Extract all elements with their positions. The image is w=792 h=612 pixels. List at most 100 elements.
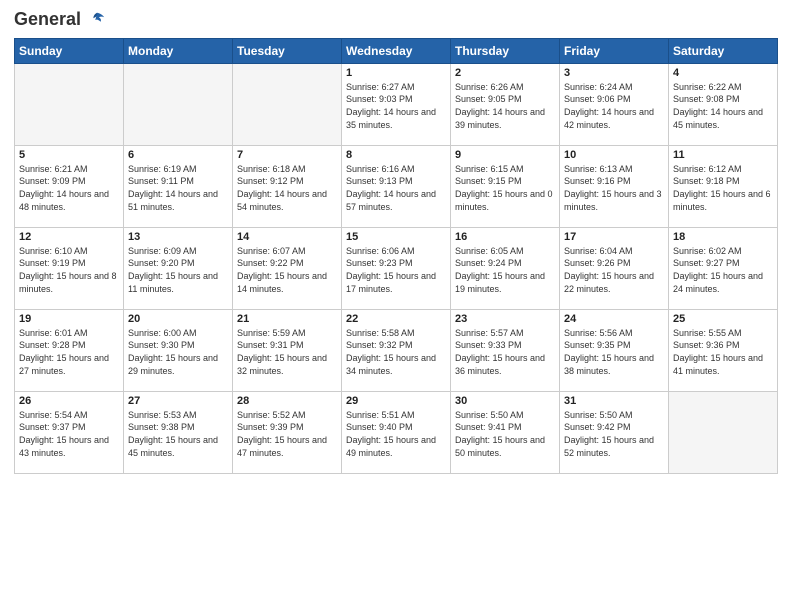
day-number: 2 [455,67,555,79]
weekday-header-saturday: Saturday [669,38,778,63]
calendar-day-cell: 14 Sunrise: 6:07 AM Sunset: 9:22 PM Dayli… [233,227,342,309]
day-number: 1 [346,67,446,79]
day-info: Sunrise: 5:58 AM Sunset: 9:32 PM Dayligh… [346,327,446,377]
calendar-day-cell: 16Sunrise: 6:05 AM Sunset: 9:24 PM Dayli… [451,227,560,309]
day-info: Sunrise: 6:26 AM Sunset: 9:05 PM Dayligh… [455,81,555,131]
day-info: Sunrise: 5:50 AM Sunset: 9:42 PM Dayligh… [564,409,664,459]
day-info: Sunrise: 5:52 AM Sunset: 9:39 PM Dayligh… [237,409,337,459]
calendar-week-row: 5 Sunrise: 6:21 AM Sunset: 9:09 PM Daylig… [15,145,778,227]
page-container: General SundayMondayTuesdayWednesdayThur… [0,0,792,484]
day-info: Sunrise: 5:50 AM Sunset: 9:41 PM Dayligh… [455,409,555,459]
calendar-day-cell: 23 Sunrise: 5:57 AM Sunset: 9:33 PM Dayli… [451,309,560,391]
calendar-week-row: 1 Sunrise: 6:27 AM Sunset: 9:03 PM Daylig… [15,63,778,145]
calendar-day-cell: 19 Sunrise: 6:01 AM Sunset: 9:28 PM Dayli… [15,309,124,391]
day-number: 6 [128,149,228,161]
calendar-day-cell [233,63,342,145]
day-info: Sunrise: 5:54 AM Sunset: 9:37 PM Dayligh… [19,409,119,459]
weekday-header-wednesday: Wednesday [342,38,451,63]
day-number: 12 [19,231,119,243]
day-info: Sunrise: 6:15 AM Sunset: 9:15 PM Dayligh… [455,163,555,213]
day-info: Sunrise: 6:21 AM Sunset: 9:09 PM Dayligh… [19,163,119,213]
weekday-header-monday: Monday [124,38,233,63]
logo-bird-icon [88,11,106,29]
day-number: 19 [19,313,119,325]
day-info: Sunrise: 6:01 AM Sunset: 9:28 PM Dayligh… [19,327,119,377]
day-number: 20 [128,313,228,325]
calendar-day-cell: 15Sunrise: 6:06 AM Sunset: 9:23 PM Dayli… [342,227,451,309]
day-number: 25 [673,313,773,325]
calendar-day-cell: 22 Sunrise: 5:58 AM Sunset: 9:32 PM Dayli… [342,309,451,391]
calendar-day-cell [15,63,124,145]
day-info: Sunrise: 6:22 AM Sunset: 9:08 PM Dayligh… [673,81,773,131]
day-number: 10 [564,149,664,161]
day-number: 18 [673,231,773,243]
weekday-header-sunday: Sunday [15,38,124,63]
day-info: Sunrise: 6:10 AM Sunset: 9:19 PM Dayligh… [19,245,119,295]
day-number: 26 [19,395,119,407]
calendar-day-cell: 8 Sunrise: 6:16 AM Sunset: 9:13 PM Daylig… [342,145,451,227]
calendar-day-cell [669,391,778,473]
day-info: Sunrise: 5:55 AM Sunset: 9:36 PM Dayligh… [673,327,773,377]
day-number: 4 [673,67,773,79]
day-number: 22 [346,313,446,325]
calendar-day-cell: 26 Sunrise: 5:54 AM Sunset: 9:37 PM Dayli… [15,391,124,473]
calendar-day-cell: 5 Sunrise: 6:21 AM Sunset: 9:09 PM Daylig… [15,145,124,227]
calendar-day-cell: 9 Sunrise: 6:15 AM Sunset: 9:15 PM Daylig… [451,145,560,227]
day-info: Sunrise: 6:27 AM Sunset: 9:03 PM Dayligh… [346,81,446,131]
day-number: 27 [128,395,228,407]
calendar-day-cell: 1 Sunrise: 6:27 AM Sunset: 9:03 PM Daylig… [342,63,451,145]
calendar-day-cell: 29 Sunrise: 5:51 AM Sunset: 9:40 PM Dayli… [342,391,451,473]
day-number: 8 [346,149,446,161]
calendar-day-cell: 10 Sunrise: 6:13 AM Sunset: 9:16 PM Dayli… [560,145,669,227]
day-info: Sunrise: 5:57 AM Sunset: 9:33 PM Dayligh… [455,327,555,377]
page-header: General [14,10,778,30]
day-number: 9 [455,149,555,161]
calendar-day-cell: 25 Sunrise: 5:55 AM Sunset: 9:36 PM Dayli… [669,309,778,391]
calendar-day-cell: 17 Sunrise: 6:04 AM Sunset: 9:26 PM Dayli… [560,227,669,309]
calendar-day-cell: 18 Sunrise: 6:02 AM Sunset: 9:27 PM Dayli… [669,227,778,309]
day-number: 31 [564,395,664,407]
day-number: 7 [237,149,337,161]
calendar-day-cell: 2 Sunrise: 6:26 AM Sunset: 9:05 PM Daylig… [451,63,560,145]
day-number: 21 [237,313,337,325]
day-number: 29 [346,395,446,407]
calendar-day-cell: 6Sunrise: 6:19 AM Sunset: 9:11 PM Daylig… [124,145,233,227]
day-number: 17 [564,231,664,243]
day-number: 11 [673,149,773,161]
day-info: Sunrise: 5:59 AM Sunset: 9:31 PM Dayligh… [237,327,337,377]
calendar-week-row: 19 Sunrise: 6:01 AM Sunset: 9:28 PM Dayli… [15,309,778,391]
weekday-header-row: SundayMondayTuesdayWednesdayThursdayFrid… [15,38,778,63]
day-number: 28 [237,395,337,407]
calendar-day-cell: 11Sunrise: 6:12 AM Sunset: 9:18 PM Dayli… [669,145,778,227]
calendar-day-cell: 4 Sunrise: 6:22 AM Sunset: 9:08 PM Daylig… [669,63,778,145]
logo: General [14,10,106,30]
day-info: Sunrise: 6:16 AM Sunset: 9:13 PM Dayligh… [346,163,446,213]
day-number: 13 [128,231,228,243]
calendar-day-cell: 30 Sunrise: 5:50 AM Sunset: 9:41 PM Dayli… [451,391,560,473]
calendar-day-cell: 7Sunrise: 6:18 AM Sunset: 9:12 PM Daylig… [233,145,342,227]
calendar-day-cell: 3Sunrise: 6:24 AM Sunset: 9:06 PM Daylig… [560,63,669,145]
calendar-day-cell: 20 Sunrise: 6:00 AM Sunset: 9:30 PM Dayli… [124,309,233,391]
day-number: 23 [455,313,555,325]
day-info: Sunrise: 5:51 AM Sunset: 9:40 PM Dayligh… [346,409,446,459]
day-info: Sunrise: 6:09 AM Sunset: 9:20 PM Dayligh… [128,245,228,295]
day-number: 15 [346,231,446,243]
weekday-header-thursday: Thursday [451,38,560,63]
logo-general: General [14,9,81,29]
calendar-day-cell: 13 Sunrise: 6:09 AM Sunset: 9:20 PM Dayli… [124,227,233,309]
calendar-day-cell: 28 Sunrise: 5:52 AM Sunset: 9:39 PM Dayli… [233,391,342,473]
day-info: Sunrise: 6:00 AM Sunset: 9:30 PM Dayligh… [128,327,228,377]
day-info: Sunrise: 5:56 AM Sunset: 9:35 PM Dayligh… [564,327,664,377]
calendar-day-cell: 24Sunrise: 5:56 AM Sunset: 9:35 PM Dayli… [560,309,669,391]
day-info: Sunrise: 6:04 AM Sunset: 9:26 PM Dayligh… [564,245,664,295]
calendar-table: SundayMondayTuesdayWednesdayThursdayFrid… [14,38,778,474]
day-number: 5 [19,149,119,161]
calendar-day-cell: 31 Sunrise: 5:50 AM Sunset: 9:42 PM Dayli… [560,391,669,473]
day-number: 14 [237,231,337,243]
day-number: 30 [455,395,555,407]
calendar-day-cell: 12 Sunrise: 6:10 AM Sunset: 9:19 PM Dayli… [15,227,124,309]
day-info: Sunrise: 6:13 AM Sunset: 9:16 PM Dayligh… [564,163,664,213]
day-info: Sunrise: 5:53 AM Sunset: 9:38 PM Dayligh… [128,409,228,459]
day-info: Sunrise: 6:07 AM Sunset: 9:22 PM Dayligh… [237,245,337,295]
day-info: Sunrise: 6:02 AM Sunset: 9:27 PM Dayligh… [673,245,773,295]
